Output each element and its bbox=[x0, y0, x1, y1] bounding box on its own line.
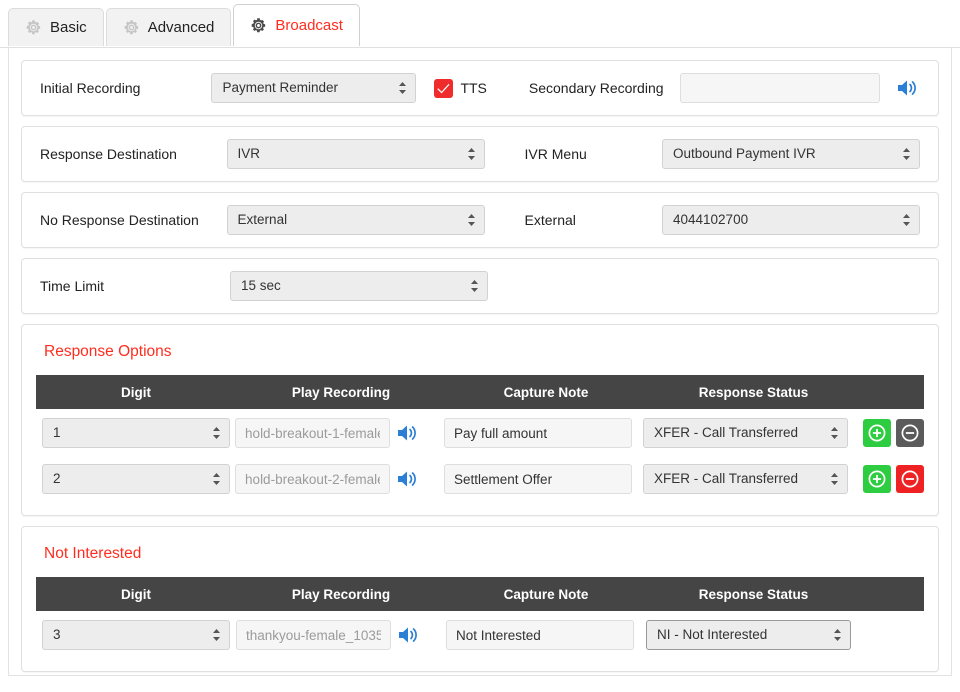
response-destination-select-wrap: IVR bbox=[227, 139, 485, 169]
tab-broadcast[interactable]: Broadcast bbox=[233, 4, 360, 46]
digit-select[interactable]: 3 bbox=[42, 620, 230, 650]
time-limit-label: Time Limit bbox=[40, 278, 230, 294]
time-limit-card: Time Limit 15 sec bbox=[21, 258, 939, 314]
response-status-cell: XFER - Call Transferred bbox=[643, 418, 857, 448]
broadcast-panel: Initial Recording Payment Reminder TTS S… bbox=[8, 48, 952, 676]
play-recording-input[interactable] bbox=[235, 464, 390, 494]
capture-note-cell bbox=[444, 464, 643, 494]
tab-basic-label: Basic bbox=[50, 20, 87, 35]
row-actions bbox=[857, 419, 924, 447]
no-response-destination-card: No Response Destination External Externa… bbox=[21, 192, 939, 248]
tab-broadcast-label: Broadcast bbox=[275, 18, 343, 33]
capture-note-input[interactable] bbox=[444, 464, 632, 494]
ivr-menu-select[interactable]: Outbound Payment IVR bbox=[662, 139, 920, 169]
digit-select[interactable]: 1 bbox=[42, 418, 230, 448]
response-status-cell: NI - Not Interested bbox=[646, 620, 861, 650]
digit-cell: 2 bbox=[36, 464, 235, 494]
play-recording-cell bbox=[236, 620, 446, 650]
play-recording-cell bbox=[235, 464, 444, 494]
capture-note-cell bbox=[444, 418, 643, 448]
initial-recording-row: Initial Recording Payment Reminder TTS S… bbox=[22, 61, 938, 115]
add-row-button[interactable] bbox=[863, 465, 891, 493]
table-row: 1 XFER - Call Transferred bbox=[36, 409, 924, 455]
tab-advanced-label: Advanced bbox=[148, 20, 215, 35]
column-header-capture-note: Capture Note bbox=[446, 587, 646, 602]
speaker-icon[interactable] bbox=[397, 624, 421, 646]
speaker-icon[interactable] bbox=[396, 422, 420, 444]
column-header-capture-note: Capture Note bbox=[446, 385, 646, 400]
initial-recording-select-wrap: Payment Reminder bbox=[211, 73, 416, 103]
digit-cell: 3 bbox=[36, 620, 236, 650]
column-header-digit: Digit bbox=[36, 587, 236, 602]
remove-row-button[interactable] bbox=[896, 465, 924, 493]
gear-icon bbox=[123, 19, 140, 36]
response-destination-card: Response Destination IVR IVR Menu Outbou… bbox=[21, 126, 939, 182]
no-response-destination-select[interactable]: External bbox=[227, 205, 485, 235]
response-status-select[interactable]: XFER - Call Transferred bbox=[643, 418, 848, 448]
initial-recording-select[interactable]: Payment Reminder bbox=[211, 73, 416, 103]
table-row: 3 NI - Not Interested bbox=[36, 611, 924, 657]
time-limit-row: Time Limit 15 sec bbox=[22, 259, 938, 313]
not-interested-section: Not Interested Digit Play Recording Capt… bbox=[21, 526, 939, 672]
gear-icon bbox=[250, 17, 267, 34]
no-response-destination-row: No Response Destination External Externa… bbox=[22, 193, 938, 247]
response-status-select[interactable]: NI - Not Interested bbox=[646, 620, 851, 650]
response-status-select[interactable]: XFER - Call Transferred bbox=[643, 464, 848, 494]
column-header-response-status: Response Status bbox=[646, 587, 861, 602]
digit-select[interactable]: 2 bbox=[42, 464, 230, 494]
response-destination-select[interactable]: IVR bbox=[227, 139, 485, 169]
no-response-destination-label: No Response Destination bbox=[40, 212, 227, 228]
play-recording-input[interactable] bbox=[236, 620, 391, 650]
secondary-recording-label: Secondary Recording bbox=[529, 80, 664, 96]
response-options-section: Response Options Digit Play Recording Ca… bbox=[21, 324, 939, 516]
response-destination-label: Response Destination bbox=[40, 146, 227, 162]
add-row-button[interactable] bbox=[863, 419, 891, 447]
play-recording-input[interactable] bbox=[235, 418, 390, 448]
external-select[interactable]: 4044102700 bbox=[662, 205, 920, 235]
broadcast-settings-page: Basic Advanced Broadcast Initial Recordi… bbox=[0, 0, 960, 692]
not-interested-title: Not Interested bbox=[44, 545, 924, 563]
tab-bar: Basic Advanced Broadcast bbox=[8, 6, 362, 46]
capture-note-input[interactable] bbox=[444, 418, 632, 448]
initial-recording-card: Initial Recording Payment Reminder TTS S… bbox=[21, 60, 939, 116]
tts-checkbox-group[interactable]: TTS bbox=[434, 79, 486, 98]
digit-cell: 1 bbox=[36, 418, 235, 448]
external-select-wrap: 4044102700 bbox=[662, 205, 920, 235]
table-row: 2 XFER - Call Transferred bbox=[36, 455, 924, 501]
external-label: External bbox=[525, 212, 662, 228]
column-header-play-recording: Play Recording bbox=[236, 587, 446, 602]
gear-icon bbox=[25, 19, 42, 36]
response-destination-row: Response Destination IVR IVR Menu Outbou… bbox=[22, 127, 938, 181]
remove-row-button[interactable] bbox=[896, 419, 924, 447]
response-options-title: Response Options bbox=[44, 343, 924, 361]
speaker-icon[interactable] bbox=[396, 468, 420, 490]
play-recording-cell bbox=[235, 418, 444, 448]
ivr-menu-select-wrap: Outbound Payment IVR bbox=[662, 139, 920, 169]
ivr-menu-label: IVR Menu bbox=[525, 146, 662, 162]
no-response-destination-select-wrap: External bbox=[227, 205, 485, 235]
tab-advanced[interactable]: Advanced bbox=[106, 8, 232, 46]
capture-note-cell bbox=[446, 620, 646, 650]
time-limit-select-wrap: 15 sec bbox=[230, 271, 488, 301]
not-interested-table-header: Digit Play Recording Capture Note Respon… bbox=[36, 577, 924, 611]
secondary-recording-input[interactable] bbox=[680, 73, 880, 103]
tab-basic[interactable]: Basic bbox=[8, 8, 104, 46]
capture-note-input[interactable] bbox=[446, 620, 634, 650]
column-header-digit: Digit bbox=[36, 385, 236, 400]
column-header-response-status: Response Status bbox=[646, 385, 861, 400]
tts-checkbox[interactable] bbox=[434, 79, 453, 98]
initial-recording-label: Initial Recording bbox=[40, 80, 211, 96]
response-options-table-header: Digit Play Recording Capture Note Respon… bbox=[36, 375, 924, 409]
tts-label: TTS bbox=[460, 80, 486, 96]
row-actions bbox=[857, 465, 924, 493]
speaker-icon[interactable] bbox=[896, 77, 920, 99]
time-limit-select[interactable]: 15 sec bbox=[230, 271, 488, 301]
column-header-play-recording: Play Recording bbox=[236, 385, 446, 400]
response-status-cell: XFER - Call Transferred bbox=[643, 464, 857, 494]
